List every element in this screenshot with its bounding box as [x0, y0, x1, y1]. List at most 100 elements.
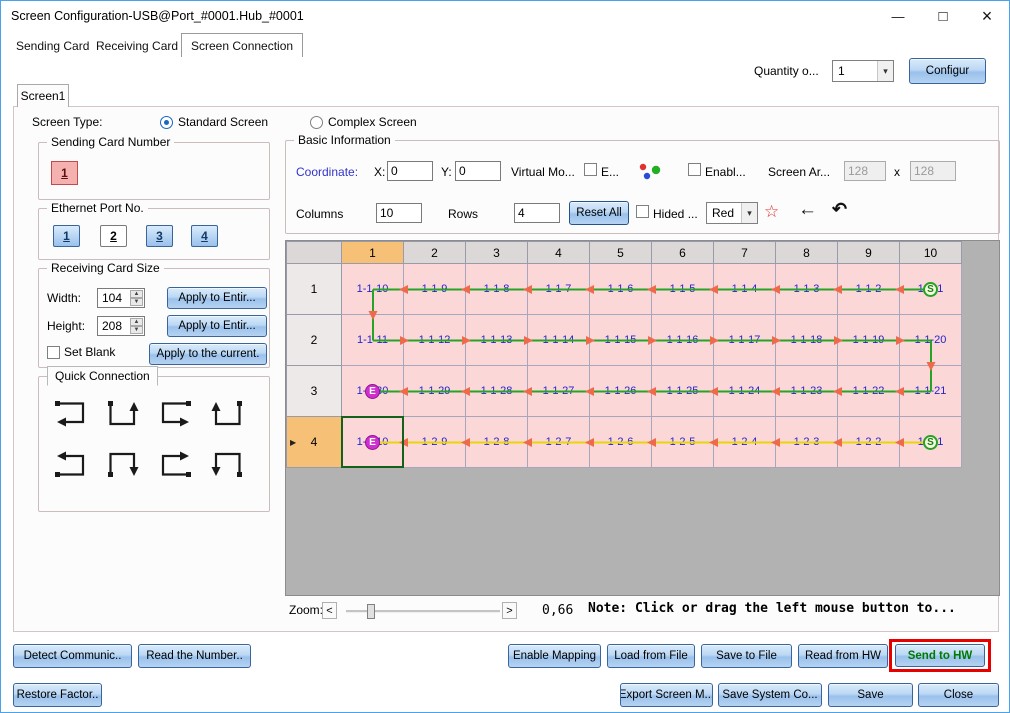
grid-cell[interactable]: 1-1-14 [528, 315, 590, 366]
save-to-file-button[interactable]: Save to File [701, 644, 792, 668]
grid-cell[interactable]: 1-1-28 [466, 366, 528, 417]
column-header[interactable]: 1 [342, 242, 404, 264]
quick-connection-pattern-3-icon[interactable] [155, 397, 195, 429]
grid-cell[interactable]: 1-1-8 [466, 264, 528, 315]
height-stepper[interactable]: 208 ▲ ▼ [97, 316, 145, 336]
quick-connection-pattern-2-icon[interactable] [103, 397, 143, 429]
grid-cell[interactable]: 1-1-13 [466, 315, 528, 366]
grid-cell[interactable]: 1-1-17 [714, 315, 776, 366]
zoom-in-button[interactable]: > [502, 602, 517, 619]
quick-connection-pattern-8-icon[interactable] [207, 449, 247, 481]
chevron-down-icon[interactable]: ▾ [877, 61, 893, 81]
connection-grid-area[interactable]: 1 2 3 4 5 6 7 8 9 10 1 1-1-10 1-1-9 1-1-8 1-1-7 1-1-6 1-… [285, 240, 1000, 596]
grid-cell[interactable]: 1-1-23 [776, 366, 838, 417]
zoom-out-button[interactable]: < [322, 602, 337, 619]
grid-cell[interactable]: 1-2-7 [528, 417, 590, 468]
restore-factory-button[interactable]: Restore Factor.. [13, 683, 102, 707]
close-button[interactable]: Close [918, 683, 999, 707]
configure-button[interactable]: Configur [909, 58, 986, 84]
grid-cell[interactable]: 1-1-24 [714, 366, 776, 417]
tab-screen-connection[interactable]: Screen Connection [181, 33, 304, 57]
column-header[interactable]: 10 [900, 242, 962, 264]
quick-connection-pattern-7-icon[interactable] [155, 449, 195, 481]
export-screen-button[interactable]: Export Screen M... [620, 683, 713, 707]
quick-connection-pattern-4-icon[interactable] [207, 397, 247, 429]
quick-connection-pattern-6-icon[interactable] [103, 449, 143, 481]
send-to-hw-button[interactable]: Send to HW [895, 644, 985, 667]
enable-mapping-button[interactable]: Enable Mapping [508, 644, 601, 668]
save-button[interactable]: Save [828, 683, 913, 707]
row-header[interactable]: 1 [287, 264, 342, 315]
grid-cell[interactable]: 1-1-5 [652, 264, 714, 315]
grid-cell[interactable]: 1-1-7 [528, 264, 590, 315]
row-header[interactable]: ▶ 4 [287, 417, 342, 468]
column-header[interactable]: 5 [590, 242, 652, 264]
tab-sending-card[interactable]: Sending Card [7, 35, 98, 57]
quick-connection-pattern-1-icon[interactable] [51, 397, 91, 429]
load-from-file-button[interactable]: Load from File [607, 644, 695, 668]
detect-communication-button[interactable]: Detect Communic.. [13, 644, 132, 668]
rows-input[interactable] [514, 203, 560, 223]
columns-input[interactable] [376, 203, 422, 223]
set-blank-checkbox[interactable] [47, 346, 60, 359]
grid-cell[interactable]: 1-2-9 [404, 417, 466, 468]
apply-height-button[interactable]: Apply to Entir... [167, 315, 267, 337]
grid-cell[interactable]: 1-1-20 [900, 315, 962, 366]
row-header[interactable]: 2 [287, 315, 342, 366]
column-header[interactable]: 9 [838, 242, 900, 264]
width-stepper[interactable]: 104 ▲ ▼ [97, 288, 145, 308]
quick-connection-tab[interactable]: Quick Connection [47, 366, 158, 386]
spin-down-icon[interactable]: ▼ [130, 326, 143, 334]
title-bar[interactable]: Screen Configuration-USB@Port_#0001.Hub_… [1, 1, 1009, 31]
column-header[interactable]: 4 [528, 242, 590, 264]
grid-cell[interactable]: 1-1-27 [528, 366, 590, 417]
undo-icon[interactable]: ↶ [832, 199, 847, 220]
save-system-button[interactable]: Save System Co... [718, 683, 822, 707]
quick-connection-pattern-5-icon[interactable] [51, 449, 91, 481]
grid-cell[interactable]: 1-1-22 [838, 366, 900, 417]
ethernet-port-1-button[interactable]: 1 [53, 225, 80, 247]
maximize-button[interactable]: □ [921, 1, 965, 31]
column-header[interactable]: 3 [466, 242, 528, 264]
read-number-button[interactable]: Read the Number.. [138, 644, 251, 668]
apply-current-button[interactable]: Apply to the current. [149, 343, 267, 365]
grid-cell[interactable]: 1-1-16 [652, 315, 714, 366]
grid-cell[interactable]: 1-1-10 [342, 264, 404, 315]
column-header[interactable]: 6 [652, 242, 714, 264]
grid-cell[interactable]: 1-2-4 [714, 417, 776, 468]
grid-cell[interactable]: 1-1-12 [404, 315, 466, 366]
grid-cell[interactable]: 1-1-21 [900, 366, 962, 417]
virtual-mode-checkbox[interactable] [584, 163, 597, 176]
close-window-button[interactable]: × [965, 1, 1009, 31]
line-color-select[interactable]: Red ▾ [706, 202, 758, 224]
grid-cell[interactable]: 1-1-29 [404, 366, 466, 417]
ethernet-port-3-button[interactable]: 3 [146, 225, 173, 247]
grid-cell[interactable]: 1-1-25 [652, 366, 714, 417]
grid-cell[interactable]: 1-2-2 [838, 417, 900, 468]
tab-receiving-card[interactable]: Receiving Card [87, 35, 187, 57]
grid-cell[interactable]: 1-2-8 [466, 417, 528, 468]
column-header[interactable]: 2 [404, 242, 466, 264]
zoom-slider-thumb[interactable] [367, 604, 375, 619]
hided-checkbox[interactable] [636, 205, 649, 218]
grid-cell[interactable]: 1-1-18 [776, 315, 838, 366]
complex-screen-radio[interactable] [310, 116, 323, 129]
sending-card-1-button[interactable]: 1 [51, 161, 78, 185]
spin-up-icon[interactable]: ▲ [130, 290, 143, 298]
grid-cell[interactable]: 1-1-4 [714, 264, 776, 315]
grid-cell[interactable]: 1-1-3 [776, 264, 838, 315]
chevron-down-icon[interactable]: ▾ [741, 203, 757, 223]
grid-cell[interactable]: 1-1-15 [590, 315, 652, 366]
read-from-hw-button[interactable]: Read from HW [798, 644, 888, 668]
spin-up-icon[interactable]: ▲ [130, 318, 143, 326]
minimize-button[interactable]: — [876, 1, 920, 31]
grid-cell[interactable]: 1-2-5 [652, 417, 714, 468]
reset-all-button[interactable]: Reset All [569, 201, 629, 225]
ethernet-port-2-button[interactable]: 2 [100, 225, 127, 247]
ethernet-port-4-button[interactable]: 4 [191, 225, 218, 247]
quantity-select[interactable]: 1 ▾ [832, 60, 894, 82]
grid-cell[interactable]: 1-1-2 [838, 264, 900, 315]
x-input[interactable] [387, 161, 433, 181]
tab-screen1[interactable]: Screen1 [17, 84, 69, 107]
y-input[interactable] [455, 161, 501, 181]
